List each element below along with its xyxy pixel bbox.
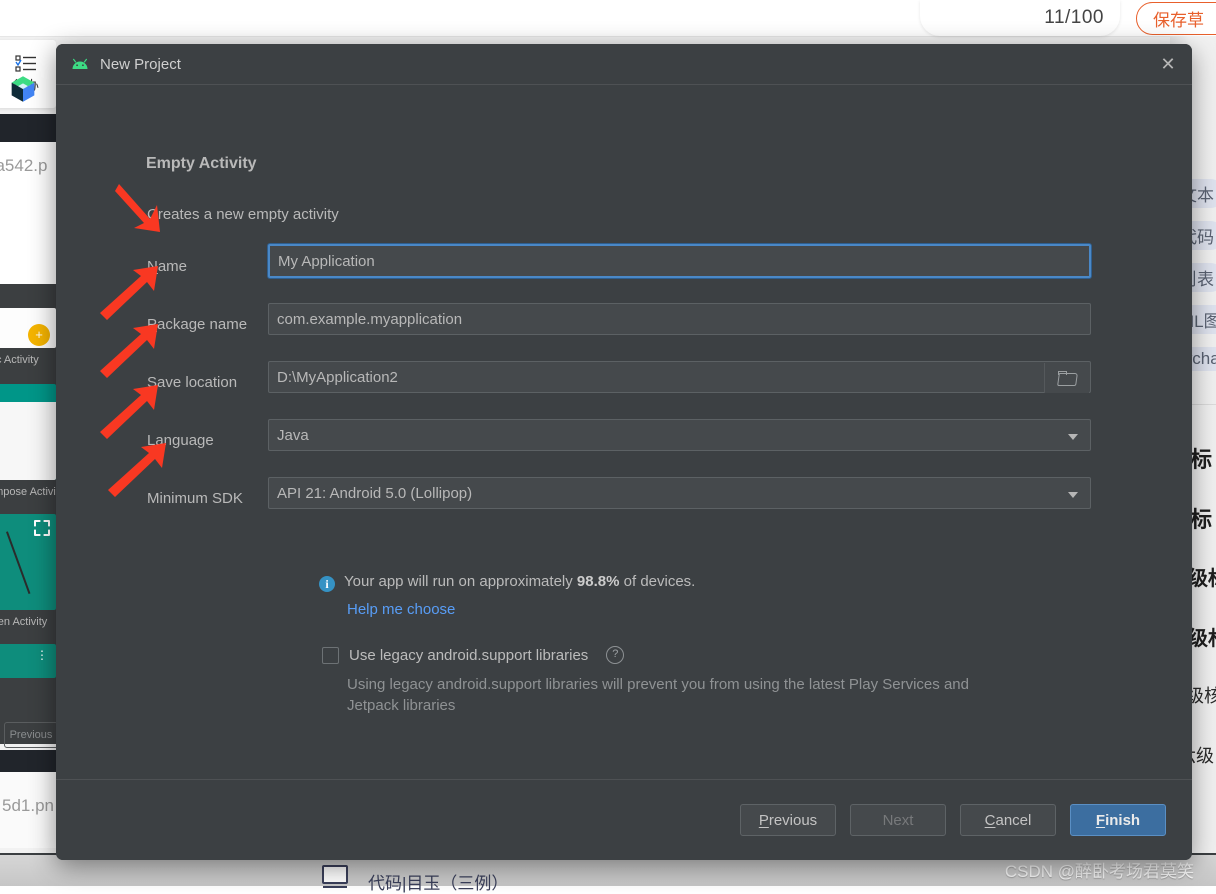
bottom-toolbar-label: 代码|目玉（三例） bbox=[368, 874, 509, 893]
next-button: Next bbox=[850, 804, 946, 836]
new-project-dialog: New Project ✕ Empty Activity Creates a n… bbox=[56, 44, 1192, 860]
template-caption-compose: ompose Activi bbox=[0, 486, 56, 498]
todo-list-icon bbox=[15, 54, 36, 72]
dialog-footer: Previous Next Cancel Finish bbox=[56, 779, 1192, 860]
template-card-compose-activity[interactable] bbox=[0, 384, 56, 480]
legacy-libraries-checkbox[interactable] bbox=[322, 646, 339, 664]
character-counter: 11/100 bbox=[1044, 7, 1104, 28]
monitor-icon bbox=[322, 865, 348, 888]
package-name-input[interactable]: com.example.myapplication bbox=[268, 303, 1091, 335]
previous-button[interactable]: Previous bbox=[740, 804, 836, 836]
character-counter-pill: 11/100 bbox=[920, 0, 1120, 36]
background-topbar: 11/100 保存草 bbox=[0, 0, 1216, 37]
save-location-value: D:\MyApplication2 bbox=[277, 368, 398, 386]
folder-icon bbox=[1057, 371, 1077, 385]
file-thumbnail-dark-header bbox=[0, 114, 56, 142]
save-location-input[interactable]: D:\MyApplication2 bbox=[268, 361, 1091, 393]
form-row-minimum-sdk: Minimum SDK API 21: Android 5.0 (Lollipop… bbox=[147, 477, 1091, 535]
csdn-watermark: CSDN @醉卧考场君莫笑 bbox=[1004, 862, 1194, 881]
fullscreen-icon bbox=[34, 520, 50, 536]
help-icon[interactable]: ? bbox=[606, 646, 625, 664]
label-minimum-sdk: Minimum SDK bbox=[147, 490, 243, 507]
project-form: Name My Application Package name com.exampl… bbox=[147, 244, 1091, 535]
page-description: Creates a new empty activity bbox=[147, 206, 339, 223]
template-card-diagonal-line bbox=[6, 531, 31, 595]
browse-folder-button[interactable] bbox=[1044, 363, 1089, 393]
template-card-compose-surface bbox=[0, 402, 56, 480]
template-card-partial[interactable]: ⋮ bbox=[0, 644, 56, 678]
device-coverage-info: i Your app will run on approximately 98.… bbox=[319, 573, 695, 592]
form-row-language: Language Java bbox=[147, 419, 1091, 477]
name-input[interactable]: My Application bbox=[268, 244, 1091, 278]
coverage-text-after: of devices. bbox=[619, 573, 696, 590]
kebab-menu-icon[interactable]: ⋮ bbox=[36, 649, 48, 661]
save-draft-button[interactable]: 保存草 bbox=[1136, 2, 1216, 35]
label-language: Language bbox=[147, 432, 214, 449]
legacy-libraries-description: Using legacy android.support libraries w… bbox=[347, 676, 969, 714]
package-name-value: com.example.myapplication bbox=[277, 310, 463, 328]
form-row-package-name: Package name com.example.myapplication bbox=[147, 303, 1091, 361]
file-name-2: 5d1.pn bbox=[2, 796, 54, 815]
dialog-titlebar: New Project ✕ bbox=[56, 44, 1192, 85]
label-package-name: Package name bbox=[147, 316, 248, 333]
help-me-choose-link[interactable]: Help me choose bbox=[347, 601, 455, 618]
jetpack-compose-logo-icon bbox=[11, 76, 35, 102]
close-icon[interactable]: ✕ bbox=[1154, 50, 1182, 78]
template-card-fullscreen-activity[interactable] bbox=[0, 514, 56, 610]
info-icon: i bbox=[319, 576, 335, 592]
label-name: Name bbox=[147, 258, 188, 275]
finish-button[interactable]: Finish bbox=[1070, 804, 1166, 836]
label-save-location: Save location bbox=[147, 374, 238, 391]
coverage-text-before: Your app will run on approximately bbox=[344, 573, 577, 590]
minimum-sdk-value: API 21: Android 5.0 (Lollipop) bbox=[277, 484, 473, 502]
legacy-libraries-row[interactable]: Use legacy android.support libraries ? bbox=[322, 646, 625, 664]
language-value: Java bbox=[277, 426, 309, 444]
background-left-strip: 待办 2a542.p + sic Activity ompose Activi … bbox=[0, 36, 56, 886]
file-name-1: 2a542.p bbox=[0, 156, 48, 175]
dialog-body: Empty Activity Creates a new empty activ… bbox=[56, 85, 1192, 820]
template-caption-fullscreen: reen Activity bbox=[0, 616, 48, 628]
android-robot-icon bbox=[72, 58, 88, 69]
template-caption-basic: sic Activity bbox=[0, 354, 39, 366]
form-row-name: Name My Application bbox=[147, 244, 1091, 303]
cancel-button[interactable]: Cancel bbox=[960, 804, 1056, 836]
legacy-libraries-label: Use legacy android.support libraries bbox=[349, 646, 589, 664]
coverage-percent: 98.8% bbox=[576, 573, 620, 590]
dark-separator-strip bbox=[0, 750, 56, 772]
minimum-sdk-input[interactable]: API 21: Android 5.0 (Lollipop) bbox=[268, 477, 1091, 509]
background-previous-button[interactable]: Previous bbox=[4, 722, 56, 748]
name-value: My Application bbox=[278, 252, 375, 270]
save-draft-label: 保存草 bbox=[1153, 11, 1204, 30]
page-title: Empty Activity bbox=[146, 155, 257, 172]
form-row-save-location: Save location D:\MyApplication2 bbox=[147, 361, 1091, 419]
dialog-title: New Project bbox=[100, 55, 181, 73]
language-input[interactable]: Java bbox=[268, 419, 1091, 451]
fab-plus-icon: + bbox=[28, 324, 50, 346]
device-coverage-text: Your app will run on approximately 98.8%… bbox=[344, 573, 695, 590]
